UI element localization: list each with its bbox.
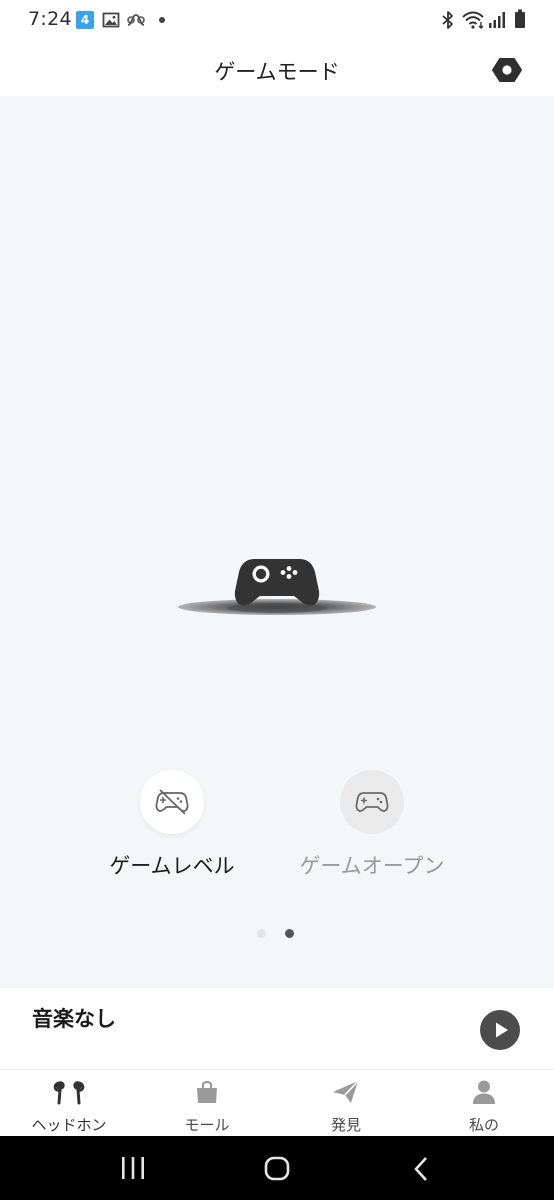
game-level-button[interactable] [140,770,204,834]
battery-icon [514,9,526,33]
signal-icon [488,11,506,33]
now-playing-title: 音楽なし [32,1007,116,1031]
earbuds-icon [51,1078,87,1110]
tab-me[interactable]: 私の [415,1070,553,1136]
person-icon [470,1078,498,1110]
recents-icon[interactable] [119,1156,147,1184]
tab-mall[interactable]: モール [138,1070,276,1136]
bluetooth-icon [440,10,456,34]
tab-label-me: 私の [468,1116,499,1134]
status-time: 7:24 [28,8,72,30]
shopping-bag-icon [193,1078,221,1110]
settings-button[interactable] [490,55,524,85]
hero-illustration [176,554,378,622]
bottom-tab-bar: ヘッドホン モール 発見 私の [0,1070,554,1136]
status-bar: 7:24 4 [0,0,554,44]
game-open-label: ゲームオープン [299,854,445,878]
gallery-icon [102,11,120,33]
page-dot-2-active[interactable] [285,929,294,938]
tab-label-discover: 発見 [330,1116,361,1134]
play-icon [496,1022,508,1038]
tab-discover[interactable]: 発見 [277,1070,415,1136]
header: ゲームモード [0,44,554,96]
tab-headphones[interactable]: ヘッドホン [0,1070,138,1136]
page-title: ゲームモード [214,60,340,84]
game-level-label: ゲームレベル [109,854,235,878]
more-dot-icon [159,17,165,23]
wifi-icon [462,11,486,33]
system-nav-bar [0,1136,554,1200]
tab-label-mall: モール [184,1116,230,1134]
music-player-bar[interactable]: 音楽なし [0,989,554,1069]
nfc-icon [126,11,148,33]
controller-off-icon [155,789,189,815]
page-dot-1[interactable] [257,929,266,938]
paper-plane-icon [331,1078,361,1110]
page-indicator [257,929,297,939]
play-button[interactable] [480,1010,520,1050]
home-icon[interactable] [263,1156,291,1186]
settings-hex-icon [492,58,522,82]
main-content: ゲームレベル ゲームオープン [0,96,554,988]
app-notification-icon: 4 [76,11,94,29]
back-icon[interactable] [410,1156,434,1186]
game-open-button[interactable] [340,770,404,834]
tab-label-headphones: ヘッドホン [31,1116,107,1134]
game-controller-icon [234,559,320,606]
mode-game-open[interactable]: ゲームオープン [282,770,462,880]
controller-icon [355,792,389,812]
mode-game-level[interactable]: ゲームレベル [82,770,262,880]
